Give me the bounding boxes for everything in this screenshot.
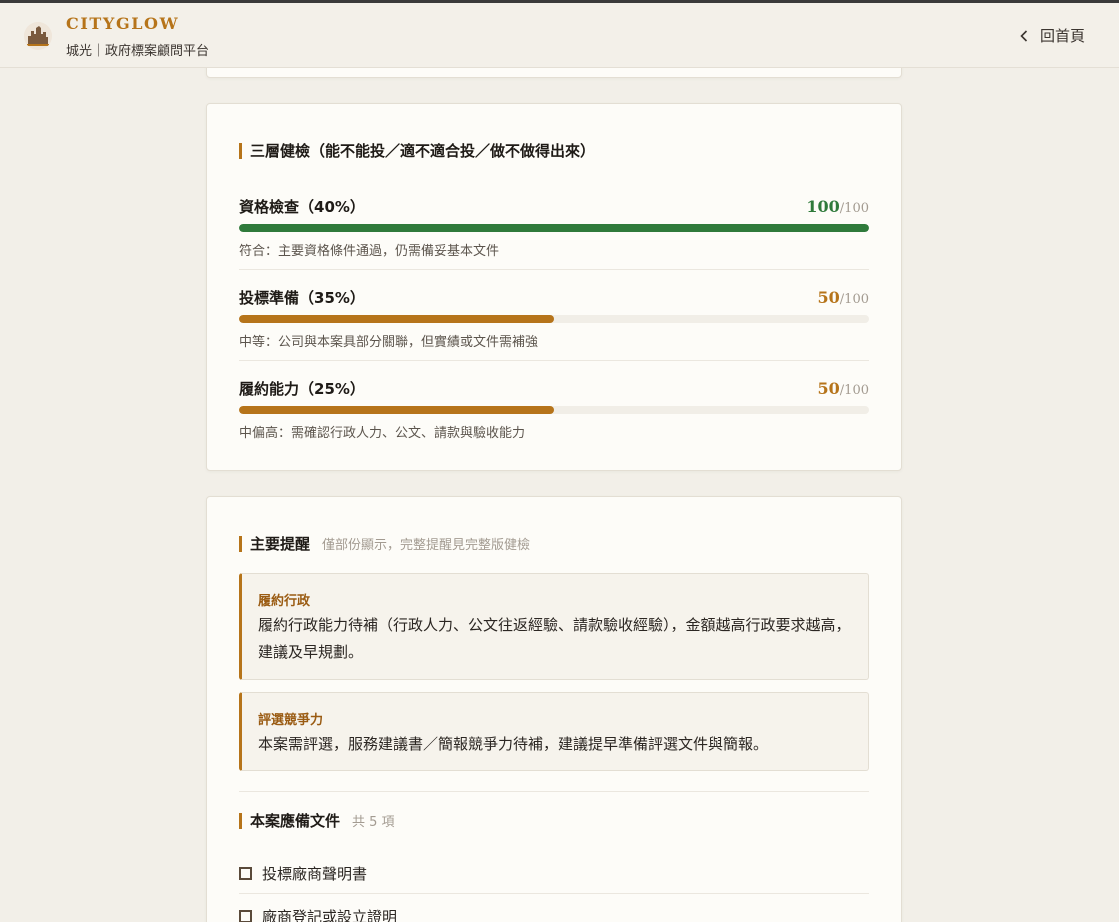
- metric-progress-fill: [239, 406, 554, 414]
- reminders-note: 僅部份顯示，完整提醒見完整版健檢: [322, 538, 531, 553]
- metric-progress-bar: [239, 315, 869, 323]
- top-border: [0, 0, 1119, 3]
- metric-progress-fill: [239, 315, 554, 323]
- metric-score-value: 50: [817, 379, 840, 398]
- metric-progress-bar: [239, 224, 869, 232]
- document-label: 廠商登記或設立證明: [262, 907, 398, 922]
- checkbox-icon[interactable]: [239, 909, 252, 922]
- metric-progress-fill: [239, 224, 869, 232]
- metric-score-max: /100: [839, 383, 869, 398]
- checkbox-icon[interactable]: [239, 866, 252, 880]
- metric-score: 50/100: [818, 288, 869, 307]
- metric-score-max: /100: [839, 292, 869, 307]
- metric-label: 履約能力（25%）: [239, 380, 365, 398]
- chevron-left-icon: [1020, 29, 1028, 42]
- back-home-button[interactable]: 回首頁: [1020, 25, 1085, 46]
- metric-description: 符合：主要資格條件通過，仍需備妥基本文件: [239, 244, 500, 259]
- reminder-title: 評選競爭力: [258, 713, 324, 728]
- divider: [239, 791, 869, 792]
- reminder-item: 履約行政 履約行政能力待補（行政人力、公文往返經驗、請款驗收經驗），金額越高行政…: [239, 573, 869, 680]
- metric-description: 中偏高：需確認行政人力、公文、請款與驗收能力: [239, 426, 526, 441]
- reminder-title: 履約行政: [258, 594, 311, 609]
- reminders-card: 主要提醒 僅部份顯示，完整提醒見完整版健檢 履約行政 履約行政能力待補（行政人力、…: [206, 496, 902, 922]
- reminder-item: 評選競爭力 本案需評選，服務建議書／簡報競爭力待補，建議提早準備評選文件與簡報。: [239, 692, 869, 771]
- metric-score: 100/100: [806, 197, 869, 216]
- reminder-body: 本案需評選，服務建議書／簡報競爭力待補，建議提早準備評選文件與簡報。: [258, 735, 769, 753]
- reminders-title: 主要提醒 僅部份顯示，完整提醒見完整版健檢: [239, 535, 530, 555]
- metric-score-value: 50: [817, 288, 840, 307]
- divider: [239, 360, 869, 361]
- health-check-card: 三層健檢（能不能投／適不適合投／做不做得出來） 資格檢查（40%） 100/10…: [206, 103, 902, 471]
- divider: [239, 269, 869, 270]
- brand-name: CITYGLOW: [66, 14, 180, 33]
- metric-score: 50/100: [818, 379, 869, 398]
- metric-score-value: 100: [806, 197, 840, 216]
- metric-score-max: /100: [839, 201, 869, 216]
- reminder-body: 履約行政能力待補（行政人力、公文往返經驗、請款驗收經驗），金額越高行政要求越高，…: [258, 616, 851, 661]
- documents-title-text: 本案應備文件: [250, 812, 341, 830]
- metric-description: 中等：公司與本案具部分關聯，但實績或文件需補強: [239, 335, 539, 350]
- health-check-title: 三層健檢（能不能投／適不適合投／做不做得出來）: [239, 142, 595, 160]
- back-home-label: 回首頁: [1039, 27, 1085, 45]
- brand-subtitle: 城光｜政府標案顧問平台: [66, 44, 210, 59]
- documents-title: 本案應備文件共 5 項: [239, 812, 395, 832]
- document-checklist-item[interactable]: 投標廠商聲明書: [239, 851, 869, 895]
- reminders-title-text: 主要提醒: [250, 535, 311, 553]
- document-checklist-item[interactable]: 廠商登記或設立證明: [239, 894, 869, 922]
- brand-logo-icon[interactable]: [24, 22, 52, 50]
- documents-count: 共 5 項: [352, 815, 395, 830]
- metric-label: 資格檢查（40%）: [239, 198, 365, 216]
- app-header: CITYGLOW 城光｜政府標案顧問平台 回首頁: [0, 3, 1119, 68]
- metric-progress-bar: [239, 406, 869, 414]
- metric-label: 投標準備（35%）: [239, 289, 365, 307]
- document-label: 投標廠商聲明書: [262, 864, 368, 883]
